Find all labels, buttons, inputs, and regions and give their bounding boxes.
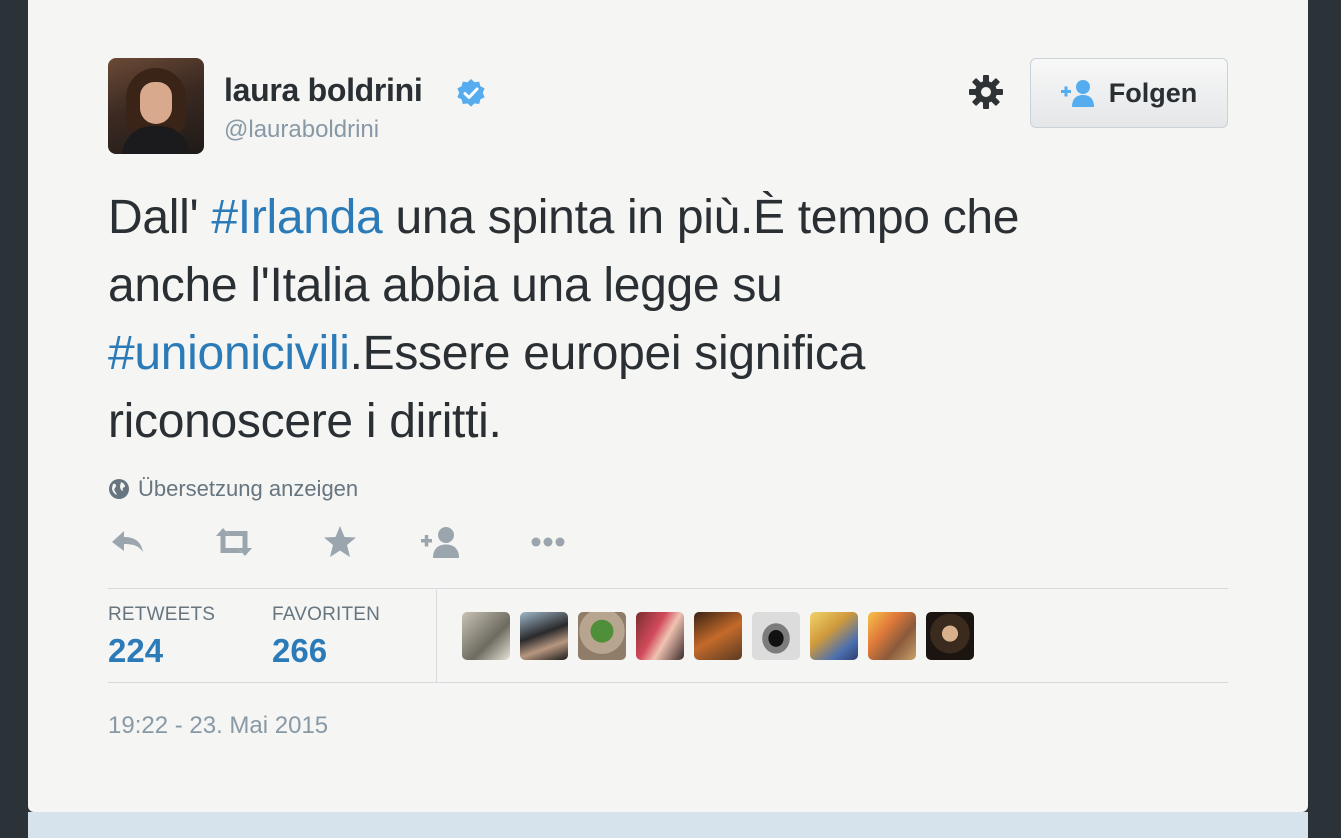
retweet-icon[interactable]: [212, 522, 256, 562]
follow-button[interactable]: Folgen: [1030, 58, 1228, 128]
tweet-text-segment: una spinta in più.È tempo che: [382, 191, 1020, 244]
user-avatar-thumb[interactable]: [926, 612, 974, 660]
translate-link[interactable]: Übersetzung anzeigen: [108, 476, 358, 502]
retweets-count: 224: [108, 632, 164, 669]
avatar[interactable]: [108, 58, 204, 154]
tweet-text-segment: riconoscere i diritti.: [108, 395, 502, 448]
user-avatar-thumb[interactable]: [694, 612, 742, 660]
favorites-stat[interactable]: FAVORITEN 266: [272, 604, 380, 670]
user-avatar-thumb[interactable]: [752, 612, 800, 660]
retweets-stat[interactable]: RETWEETS 224: [108, 604, 215, 670]
display-name[interactable]: laura boldrini: [224, 72, 423, 109]
user-avatar-thumb[interactable]: [810, 612, 858, 660]
divider: [108, 682, 1228, 683]
gear-icon[interactable]: [968, 74, 1004, 110]
hashtag-link-unionicivili[interactable]: #unionicivili: [108, 327, 350, 380]
tweet-text-segment: .Essere europei significa: [349, 327, 866, 380]
user-avatar-thumb[interactable]: [520, 612, 568, 660]
follow-icon[interactable]: [420, 522, 464, 562]
favorites-count: 266: [272, 632, 328, 669]
tweet-text-segment: anche l'Italia abbia una legge su: [108, 259, 783, 312]
user-handle[interactable]: @lauraboldrini: [224, 116, 379, 144]
page-bottom-background: [28, 812, 1308, 838]
translate-link-label: Übersetzung anzeigen: [138, 476, 359, 501]
tweet-timestamp[interactable]: 19:22 - 23. Mai 2015: [108, 712, 328, 740]
divider: [108, 588, 1228, 589]
follow-button-label: Folgen: [1108, 77, 1198, 108]
tweet-text-segment: Dall': [108, 191, 212, 244]
stats-separator: [436, 590, 437, 682]
user-avatar-thumb[interactable]: [462, 612, 510, 660]
user-avatar-thumb[interactable]: [578, 612, 626, 660]
retweets-label: RETWEETS: [108, 604, 216, 625]
favorite-icon[interactable]: [320, 522, 360, 562]
tweet-card: laura boldrini @lauraboldrini Folgen Dal…: [28, 0, 1308, 812]
tweet-text: Dall' #Irlanda una spinta in più.È tempo…: [108, 184, 1228, 456]
user-avatar-thumb[interactable]: [868, 612, 916, 660]
user-avatar-thumb[interactable]: [636, 612, 684, 660]
add-user-icon: [1060, 80, 1094, 107]
globe-icon: [109, 479, 129, 499]
reply-icon[interactable]: [108, 522, 148, 562]
verified-badge-icon: [457, 79, 485, 107]
more-icon[interactable]: [528, 522, 568, 562]
hashtag-link-irlanda[interactable]: #Irlanda: [211, 191, 382, 244]
favorites-label: FAVORITEN: [272, 604, 381, 625]
